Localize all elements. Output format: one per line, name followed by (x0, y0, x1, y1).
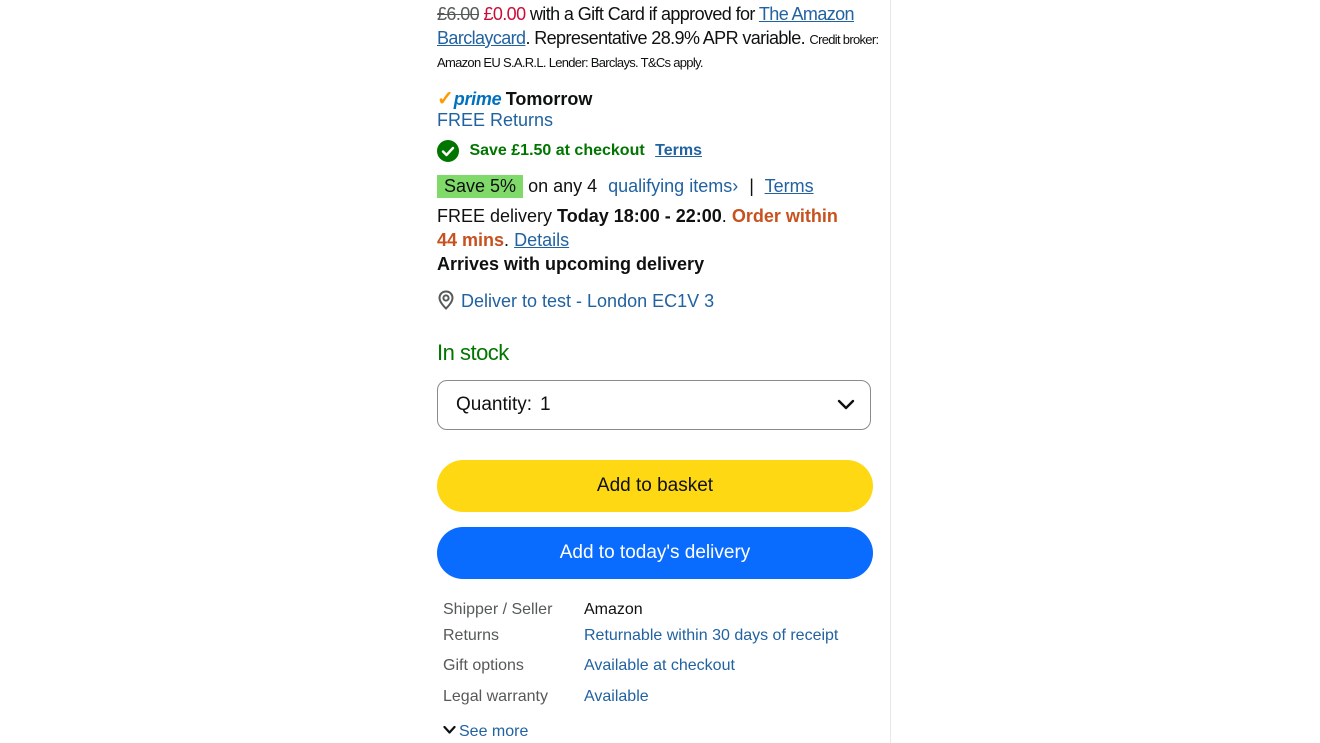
offer-line-1: £6.00 £0.00 with a Gift Card if approved… (437, 4, 855, 25)
qualifying-items-label: qualifying items (608, 176, 733, 196)
old-price: £6.00 (437, 4, 480, 24)
coupon-terms-link[interactable]: Terms (655, 142, 702, 159)
coupon-text: Save £1.50 at checkout (469, 142, 645, 160)
delivery-line: FREE delivery Today 18:00 - 22:00. Order… (437, 206, 838, 227)
promo-text: on any 4 (528, 176, 598, 196)
gift-options-label: Gift options (443, 657, 524, 674)
order-within-text: Order within (731, 206, 838, 226)
quantity-label: Quantity: (456, 394, 533, 415)
buy-box-panel: £6.00 £0.00 with a Gift Card if approved… (424, 0, 891, 743)
deliver-to-link[interactable]: Deliver to test - London EC1V 3 (437, 290, 714, 315)
delivery-prefix: FREE delivery (437, 206, 553, 226)
returns-policy-link[interactable]: Returnable within 30 days of receipt (584, 627, 838, 645)
shipper-value: Amazon (584, 601, 643, 618)
gift-options-link[interactable]: Available at checkout (584, 657, 735, 675)
see-more-chevron-icon (443, 722, 456, 740)
delivery-details-link[interactable]: Details (514, 230, 569, 250)
returns-label: Returns (443, 627, 500, 644)
prime-delivery-line: ✓prime Tomorrow (437, 86, 592, 111)
chevron-right-icon: › (732, 176, 739, 196)
quantity-value: 1 (540, 394, 551, 415)
check-circle-icon (437, 140, 459, 162)
shipper-label: Shipper / Seller (443, 601, 553, 618)
chevron-down-icon (836, 394, 856, 420)
arrives-text: Arrives with upcoming delivery (437, 254, 705, 274)
qualifying-items-link[interactable]: qualifying items› (608, 176, 738, 196)
delivery-dot-2: . (504, 230, 510, 250)
location-pin-icon (437, 290, 455, 315)
prime-logo: prime (453, 89, 502, 109)
apr-text: . Representative 28.9% APR variable. (525, 28, 806, 48)
offer-text: with a Gift Card if approved for (529, 4, 756, 24)
save-badge: Save 5% (437, 175, 524, 198)
add-to-todays-delivery-button[interactable]: Add to today's delivery (437, 527, 873, 579)
stock-status: In stock (437, 340, 509, 365)
coupon-line: Save £1.50 at checkout Terms (437, 140, 702, 162)
offer-line-2: Barclaycard. Representative 28.9% APR va… (437, 28, 879, 49)
promo-separator: | (749, 176, 754, 196)
delivery-window: Today 18:00 - 22:00 (557, 206, 722, 226)
see-more-link[interactable]: See more (443, 722, 528, 741)
see-more-label: See more (459, 723, 529, 740)
promo-terms-link[interactable]: Terms (765, 176, 814, 196)
barclaycard-link-part2[interactable]: Barclaycard (437, 28, 526, 48)
deliver-to-label: Deliver to test - London EC1V 3 (461, 291, 715, 311)
legal-warranty-link[interactable]: Available (584, 688, 649, 706)
quantity-select[interactable]: Quantity: 1 (437, 380, 871, 430)
new-price: £0.00 (483, 4, 526, 24)
promo-line: Save 5% on any 4 qualifying items› | Ter… (437, 175, 814, 198)
lender-text: Amazon EU S.A.R.L. Lender: Barclays. T&C… (437, 55, 703, 70)
add-to-basket-button[interactable]: Add to basket (437, 460, 873, 512)
prime-delivery-day: Tomorrow (505, 89, 593, 109)
barclaycard-link-part1[interactable]: The Amazon (759, 4, 855, 24)
credit-broker-text: Credit broker: (809, 32, 879, 47)
free-returns-link[interactable]: FREE Returns (437, 110, 553, 131)
delivery-dot: . (721, 206, 727, 226)
order-countdown: 44 mins (437, 230, 505, 250)
delivery-line-2: 44 mins. Details (437, 230, 569, 251)
legal-warranty-label: Legal warranty (443, 688, 548, 705)
prime-check-icon: ✓ (437, 88, 454, 110)
